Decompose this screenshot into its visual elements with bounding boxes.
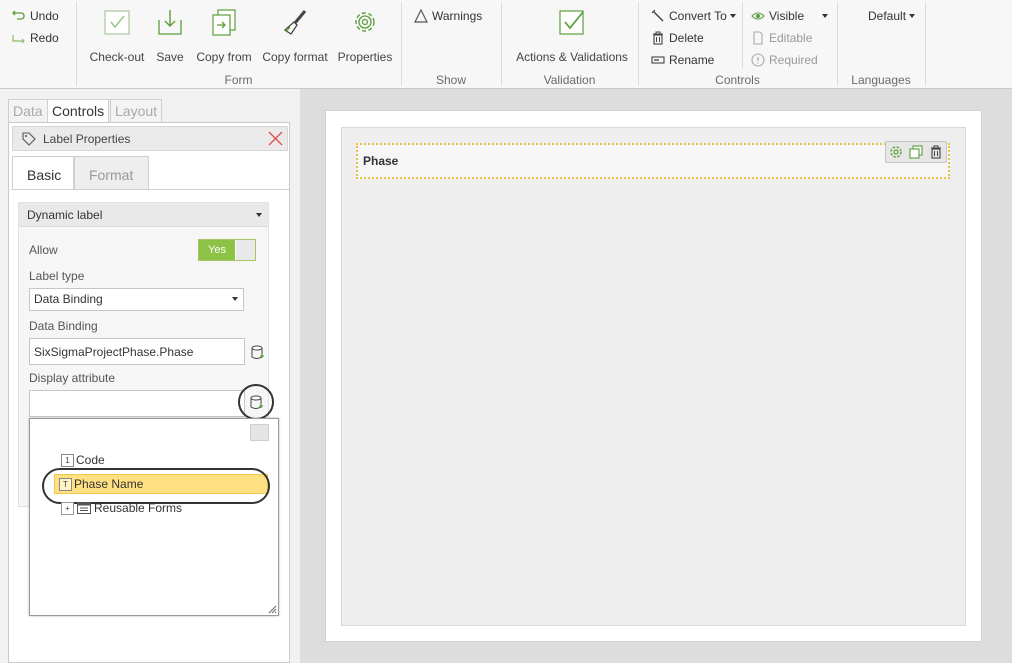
chevron-down-icon bbox=[232, 297, 238, 301]
chevron-down-icon bbox=[256, 213, 262, 217]
attribute-picker-popup[interactable]: 1 Code T Phase Name + Reusable Forms bbox=[29, 418, 279, 616]
group-label-languages: Languages bbox=[851, 73, 911, 87]
edit-document-icon bbox=[753, 31, 763, 45]
toggle-knob bbox=[236, 240, 255, 260]
tab-layout[interactable]: Layout bbox=[110, 99, 163, 123]
ribbon-separator bbox=[742, 2, 743, 68]
popup-scroll-button[interactable] bbox=[250, 424, 269, 441]
highlight-ring bbox=[42, 468, 270, 504]
properties-button[interactable]: Properties bbox=[336, 8, 394, 64]
gear-icon[interactable] bbox=[889, 145, 903, 159]
delete-button[interactable]: Delete bbox=[651, 31, 704, 45]
paintbrush-icon bbox=[283, 10, 307, 35]
redo-icon bbox=[12, 35, 25, 44]
dynamic-label-header[interactable]: Dynamic label bbox=[19, 203, 268, 227]
properties-title: Label Properties bbox=[43, 132, 131, 146]
editable-toggle[interactable]: Editable bbox=[751, 31, 812, 45]
rename-icon bbox=[651, 56, 665, 64]
tab-basic[interactable]: Basic bbox=[12, 156, 74, 190]
rename-button[interactable]: Rename bbox=[651, 53, 714, 67]
wand-icon bbox=[651, 9, 664, 22]
data-binding-input[interactable]: SixSigmaProjectPhase.Phase bbox=[29, 338, 245, 365]
cell-toolbar bbox=[885, 141, 947, 163]
save-icon bbox=[158, 10, 182, 35]
actions-validations-button[interactable]: Actions & Validations bbox=[510, 8, 634, 64]
warning-triangle-icon bbox=[414, 9, 428, 23]
phase-label-cell[interactable]: Phase bbox=[356, 141, 950, 179]
design-canvas-area: Phase bbox=[300, 89, 1012, 663]
form-layout-area[interactable]: Phase bbox=[341, 127, 966, 626]
group-label-controls: Controls bbox=[715, 73, 760, 87]
language-dropdown[interactable]: Default bbox=[868, 9, 916, 23]
copy-icon[interactable] bbox=[909, 145, 923, 159]
tab-data[interactable]: Data bbox=[8, 99, 48, 123]
copy-from-button[interactable]: Copy from bbox=[194, 8, 254, 64]
gear-icon bbox=[355, 12, 375, 32]
database-picker-icon[interactable] bbox=[251, 345, 265, 361]
data-binding-label: Data Binding bbox=[29, 319, 98, 333]
eye-icon bbox=[751, 12, 765, 20]
display-attribute-label: Display attribute bbox=[29, 371, 116, 385]
ribbon-separator bbox=[925, 2, 926, 86]
ribbon-toolbar: Undo Redo Check-out Save Copy from Copy … bbox=[0, 0, 1012, 89]
label-type-label: Label type bbox=[29, 269, 85, 283]
form-canvas: Phase bbox=[325, 110, 982, 642]
toggle-yes: Yes bbox=[199, 240, 235, 260]
allow-label: Allow bbox=[29, 243, 58, 257]
tree-item-reusable-forms[interactable]: + Reusable Forms bbox=[61, 501, 182, 515]
tab-controls[interactable]: Controls bbox=[47, 99, 110, 123]
display-attribute-input[interactable] bbox=[29, 390, 245, 417]
group-label-show: Show bbox=[435, 73, 467, 87]
redo-button[interactable]: Redo bbox=[12, 31, 59, 45]
convert-to-dropdown[interactable]: Convert To bbox=[651, 9, 736, 23]
forms-icon bbox=[77, 502, 91, 514]
info-circle-icon bbox=[751, 53, 765, 67]
section-title: Dynamic label bbox=[27, 208, 103, 222]
trash-icon bbox=[653, 31, 663, 45]
group-label-form: Form bbox=[224, 73, 253, 87]
tab-divider bbox=[11, 189, 289, 190]
allow-toggle[interactable]: Yes bbox=[198, 239, 256, 261]
chevron-down-icon bbox=[822, 14, 829, 18]
close-icon[interactable] bbox=[268, 131, 283, 146]
chevron-down-icon bbox=[729, 14, 736, 18]
database-picker-icon[interactable] bbox=[250, 395, 264, 411]
chevron-down-icon bbox=[909, 14, 916, 18]
checkout-button[interactable]: Check-out bbox=[88, 8, 146, 64]
tab-format[interactable]: Format bbox=[74, 156, 149, 190]
resize-grip-icon[interactable] bbox=[268, 605, 277, 614]
tree-item-code[interactable]: 1 Code bbox=[61, 453, 105, 467]
visible-toggle[interactable]: Visible bbox=[751, 9, 829, 23]
properties-header: Label Properties bbox=[12, 126, 288, 151]
trash-icon[interactable] bbox=[929, 145, 943, 159]
tag-icon bbox=[22, 132, 36, 146]
phase-label: Phase bbox=[363, 154, 399, 168]
label-type-dropdown[interactable]: Data Binding bbox=[29, 288, 244, 311]
checkout-icon bbox=[104, 10, 130, 35]
checkbox-check-icon bbox=[559, 10, 584, 35]
required-toggle[interactable]: Required bbox=[751, 53, 818, 67]
undo-icon bbox=[12, 10, 25, 20]
copy-from-icon bbox=[212, 9, 236, 36]
undo-button[interactable]: Undo bbox=[12, 9, 59, 23]
group-label-validation: Validation bbox=[543, 73, 596, 87]
warnings-button[interactable]: Warnings bbox=[414, 9, 482, 23]
save-button[interactable]: Save bbox=[154, 8, 186, 64]
expand-plus-icon[interactable]: + bbox=[61, 501, 74, 515]
attribute-icon: 1 bbox=[61, 453, 74, 467]
copy-format-button[interactable]: Copy format bbox=[260, 8, 330, 64]
